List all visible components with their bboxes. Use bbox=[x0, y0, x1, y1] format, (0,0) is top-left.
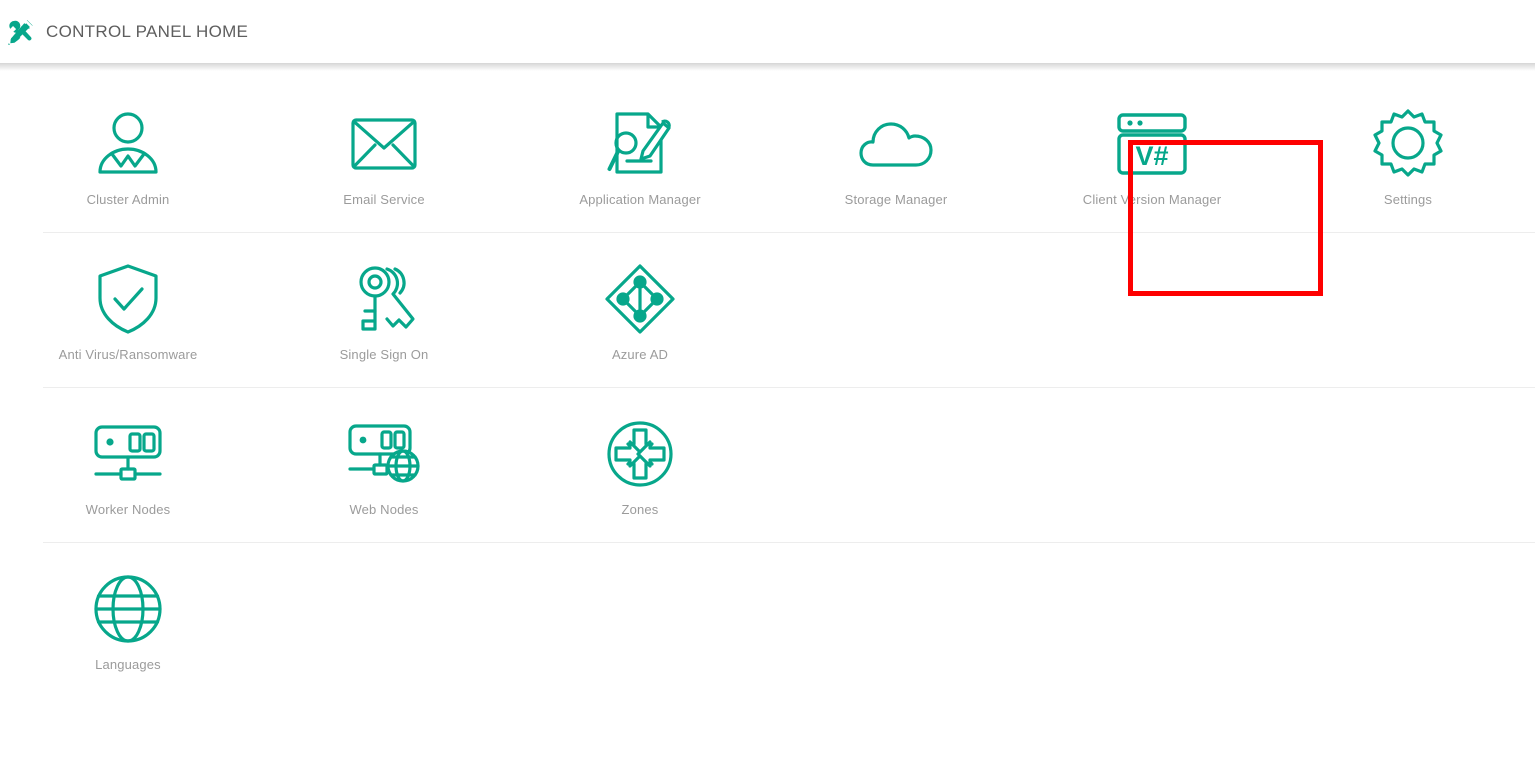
tile-application-manager[interactable]: Application Manager bbox=[512, 98, 768, 207]
server-node-icon bbox=[92, 418, 164, 490]
tile-azure-ad[interactable]: Azure AD bbox=[512, 253, 768, 362]
tile-grid: Cluster Admin Email Service Application … bbox=[0, 64, 1535, 698]
browser-version-icon: V# bbox=[1116, 108, 1188, 180]
shield-check-icon bbox=[92, 263, 164, 335]
cloud-icon bbox=[859, 108, 933, 180]
browser-version-icon-text: V# bbox=[1135, 141, 1168, 171]
tile-row: Worker Nodes Web Nodes Zones bbox=[0, 388, 1535, 543]
tile-storage-manager[interactable]: Storage Manager bbox=[768, 98, 1024, 207]
tile-settings[interactable]: Settings bbox=[1280, 98, 1535, 207]
document-search-pencil-icon bbox=[604, 108, 676, 180]
tile-row: Cluster Admin Email Service Application … bbox=[0, 78, 1535, 233]
tile-label: Cluster Admin bbox=[86, 192, 170, 207]
tile-label: Web Nodes bbox=[349, 502, 419, 517]
user-admin-icon bbox=[92, 108, 164, 180]
tile-cluster-admin[interactable]: Cluster Admin bbox=[0, 98, 256, 207]
tile-anti-virus-ransomware[interactable]: Anti Virus/Ransomware bbox=[0, 253, 256, 362]
globe-icon bbox=[92, 573, 164, 645]
tile-web-nodes[interactable]: Web Nodes bbox=[256, 408, 512, 517]
tile-row: Anti Virus/Ransomware Single Sign On Azu… bbox=[0, 233, 1535, 388]
keys-icon bbox=[348, 263, 420, 335]
tile-label: Client Version Manager bbox=[1082, 192, 1222, 207]
tile-label: Email Service bbox=[343, 192, 425, 207]
tile-label: Single Sign On bbox=[339, 347, 429, 362]
tile-client-version-manager[interactable]: V# Client Version Manager bbox=[1024, 98, 1280, 207]
server-globe-icon bbox=[348, 418, 420, 490]
tile-label: Application Manager bbox=[579, 192, 701, 207]
app-header: CONTROL PANEL HOME bbox=[0, 0, 1535, 71]
tile-label: Worker Nodes bbox=[85, 502, 171, 517]
tile-email-service[interactable]: Email Service bbox=[256, 98, 512, 207]
tile-single-sign-on[interactable]: Single Sign On bbox=[256, 253, 512, 362]
tile-worker-nodes[interactable]: Worker Nodes bbox=[0, 408, 256, 517]
circle-arrows-icon bbox=[604, 418, 676, 490]
envelope-icon bbox=[348, 108, 420, 180]
tile-label: Settings bbox=[1383, 192, 1433, 207]
tile-languages[interactable]: Languages bbox=[0, 563, 256, 672]
tile-label: Azure AD bbox=[611, 347, 669, 362]
diamond-network-icon bbox=[604, 263, 676, 335]
tile-label: Zones bbox=[621, 502, 659, 517]
tile-zones[interactable]: Zones bbox=[512, 408, 768, 517]
tools-icon bbox=[8, 19, 34, 45]
gear-icon bbox=[1372, 108, 1444, 180]
tile-label: Anti Virus/Ransomware bbox=[58, 347, 198, 362]
tile-label: Languages bbox=[95, 657, 161, 672]
tile-label: Storage Manager bbox=[844, 192, 948, 207]
page-title: CONTROL PANEL HOME bbox=[46, 22, 249, 41]
tile-row: Languages bbox=[0, 543, 1535, 698]
